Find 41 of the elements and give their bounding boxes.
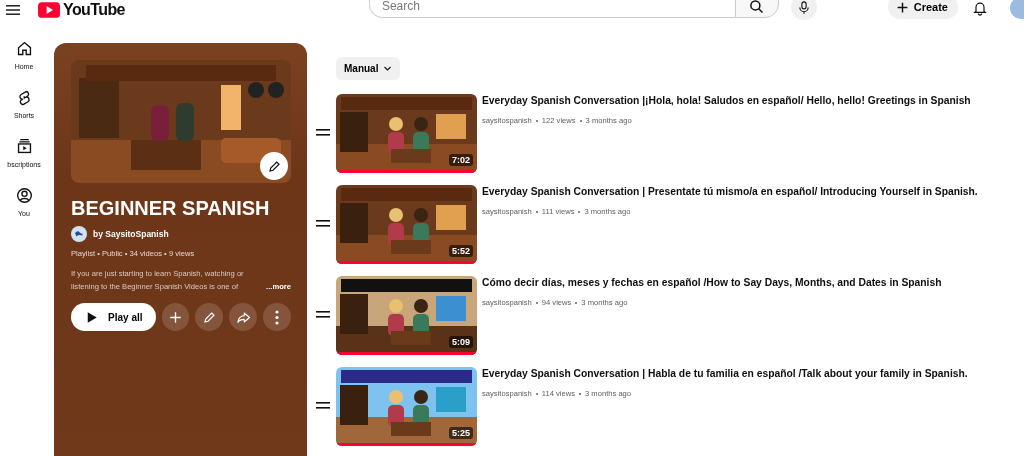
edit-button[interactable] <box>195 303 224 331</box>
person-icon <box>15 187 33 204</box>
drag-handle-icon[interactable] <box>316 218 330 228</box>
pencil-icon <box>266 158 282 174</box>
plus-icon <box>168 309 184 325</box>
duration-label: 5:25 <box>449 427 473 439</box>
channel-link[interactable]: by SaysitoSpanish <box>93 229 169 239</box>
add-button[interactable] <box>161 303 190 331</box>
duration-label: 7:02 <box>449 154 473 166</box>
create-button[interactable]: Create <box>887 0 958 19</box>
video-title[interactable]: Everyday Spanish Conversation | Presentate tú mismo/a en español/ Introducing Yourself in Spanish. <box>482 186 978 197</box>
microphone-button[interactable] <box>790 0 817 20</box>
video-title[interactable]: Everyday Spanish Conversation |¡Hola, hola! Saludos en español/ Hello, hello! Greetings in Spanish <box>482 95 971 106</box>
menu-icon[interactable] <box>6 5 20 15</box>
video-title[interactable]: Cómo decir días, meses y fechas en español /How to Say Days, Months, and Dates in Spanish <box>482 277 942 288</box>
logo-icon <box>38 2 60 18</box>
plus-icon <box>895 0 909 14</box>
playlist-title: BEGINNER SPANISH <box>71 197 271 220</box>
microphone-icon <box>796 0 811 15</box>
drag-handle-icon[interactable] <box>316 400 330 410</box>
more-icon <box>275 309 280 325</box>
bell-icon[interactable] <box>972 0 988 16</box>
pencil-icon <box>201 309 217 325</box>
subscriptions-icon <box>15 138 33 155</box>
home-icon <box>15 40 33 57</box>
duration-label: 5:52 <box>449 245 473 257</box>
channel-avatar[interactable] <box>71 226 87 242</box>
duration-label: 5:09 <box>449 336 473 348</box>
share-button[interactable] <box>229 303 258 331</box>
logo-text[interactable]: YouTube <box>63 1 125 19</box>
search-field[interactable]: Search <box>368 0 735 18</box>
more-button[interactable] <box>263 303 291 331</box>
drag-handle-icon[interactable] <box>316 127 330 137</box>
video-title[interactable]: Everyday Spanish Conversation | Habla de tu familia en español /Talk about your family in Spanish. <box>482 368 968 379</box>
sort-dropdown[interactable]: Manual <box>336 57 401 80</box>
share-icon <box>235 309 251 325</box>
search-icon <box>749 0 765 14</box>
play-all-button[interactable]: Play all <box>71 303 156 331</box>
drag-handle-icon[interactable] <box>316 309 330 319</box>
search-button[interactable] <box>734 0 779 18</box>
chevron-icon <box>383 64 393 73</box>
